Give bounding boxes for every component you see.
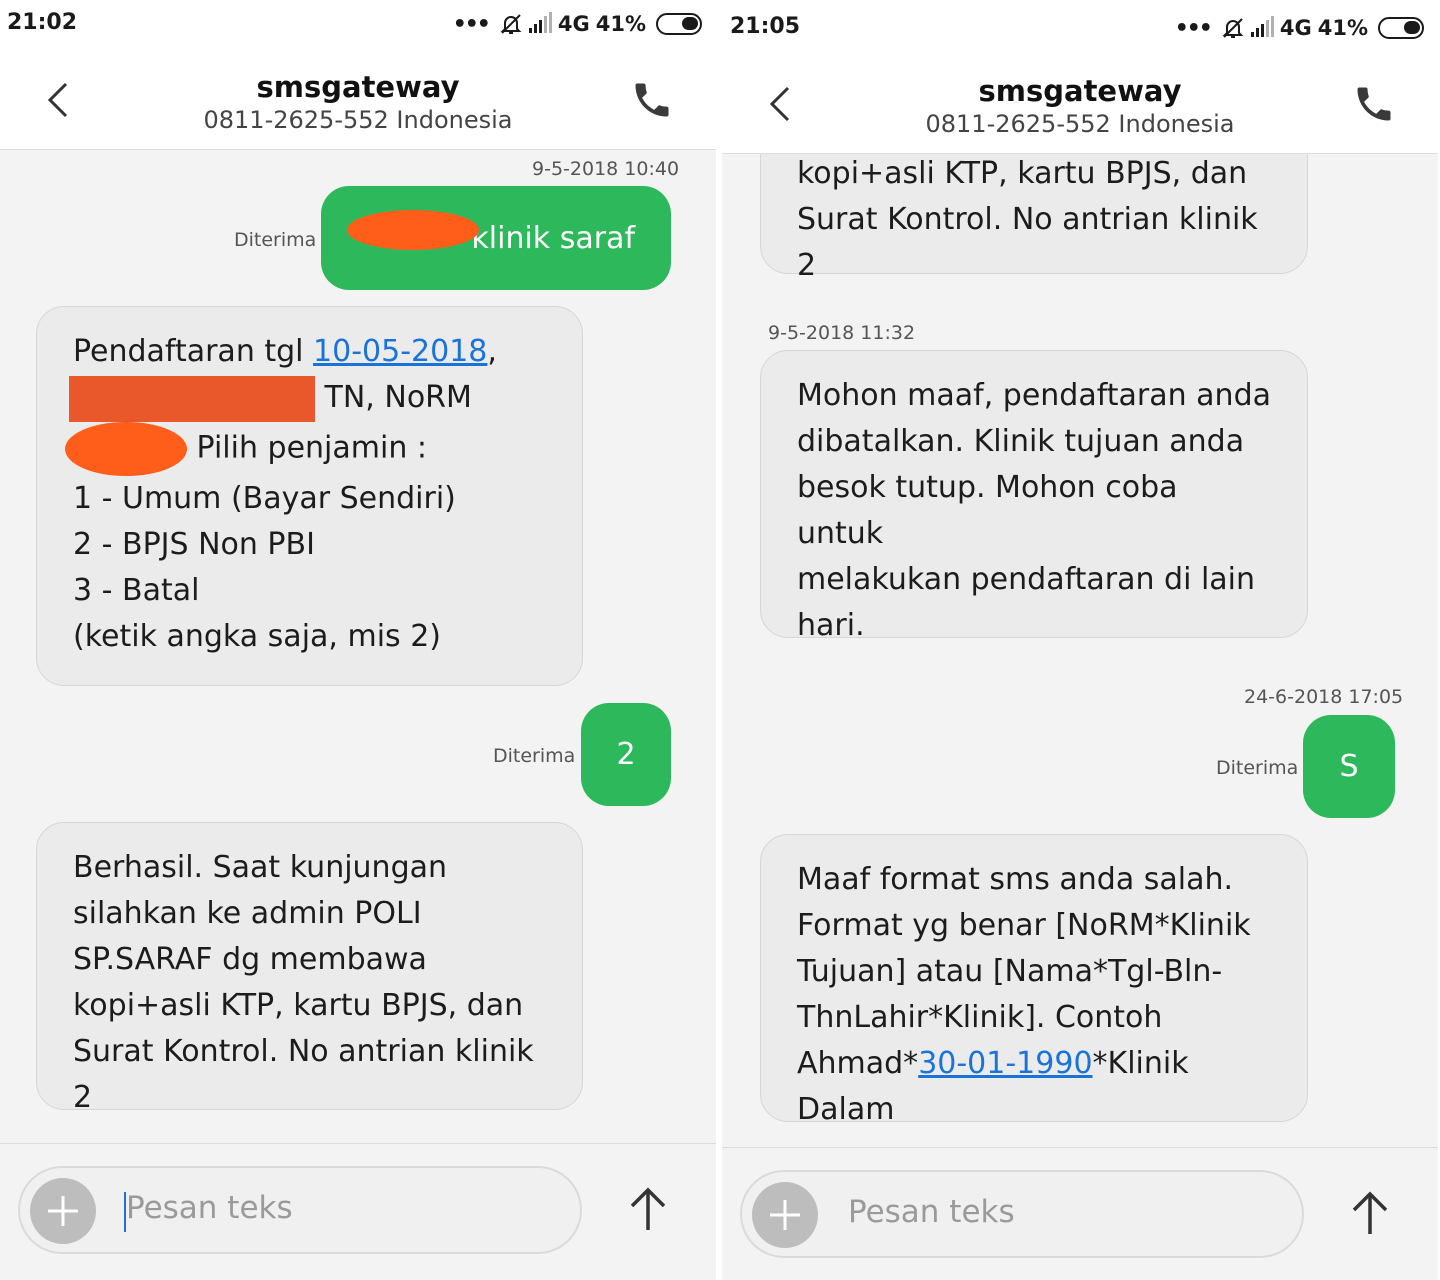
network-type: 4G (557, 12, 590, 36)
more-dots-icon: ••• (452, 11, 491, 37)
message-line: TN, NoRM (69, 375, 546, 422)
delivery-status: Diterima (234, 229, 317, 251)
message-line: (ketik angka saja, mis 2) (73, 618, 441, 654)
status-bar: 21:02 ••• 4G 41% (0, 0, 716, 50)
message-timestamp: 24-6-2018 17:05 (1244, 686, 1404, 708)
sent-message-bubble[interactable]: klinik saraf (321, 186, 671, 290)
conversation-header: smsgateway 0811-2625-552 Indonesia (722, 54, 1438, 154)
message-line: 3 - Batal (73, 572, 200, 608)
more-dots-icon: ••• (1174, 15, 1213, 41)
message-line: silahkan ke admin POLI (73, 896, 422, 931)
status-time: 21:05 (730, 14, 801, 39)
right-screen: 21:05 ••• 4G 41% smsgateway 0811-2625-55… (722, 4, 1438, 1280)
message-line: melakukan pendaftaran di lain (797, 562, 1256, 597)
delivery-status: Diterima (493, 745, 576, 767)
message-line: hari. (797, 608, 865, 643)
message-timestamp: 9-5-2018 10:40 (532, 158, 680, 180)
input-placeholder: Pesan teks (848, 1194, 1015, 1230)
phone-icon[interactable] (630, 78, 674, 122)
status-icons: ••• 4G 41% (1175, 12, 1424, 44)
message-line: Maaf format sms anda salah. (797, 862, 1234, 897)
date-link[interactable]: 30-01-1990 (918, 1046, 1092, 1081)
contact-number: 0811-2625-552 Indonesia (925, 110, 1235, 138)
sent-message-text: 2 (616, 737, 636, 772)
message-line: kopi+asli KTP, kartu BPJS, dan (73, 988, 524, 1023)
message-line: Tujuan] atau [Nama*Tgl-Bln- (797, 954, 1223, 989)
received-message-bubble[interactable]: Maaf format sms anda salah. Format yg be… (760, 834, 1308, 1127)
battery-icon (656, 13, 702, 35)
left-screen: 21:02 ••• 4G 41% smsgateway 0811-2625-55… (0, 0, 716, 1280)
message-line: Surat Kontrol. No antrian klinik 2 (797, 202, 1258, 283)
mute-bell-icon (500, 14, 522, 34)
status-bar: 21:05 ••• 4G 41% (722, 4, 1438, 54)
received-message-bubble[interactable]: Pendaftaran tgl 10-05-2018, TN, NoRM Pil… (36, 306, 583, 686)
sent-message-bubble[interactable]: 2 (581, 703, 671, 806)
message-composer: Pesan teks (0, 1143, 716, 1280)
message-line: besok tutup. Mohon coba untuk (797, 470, 1178, 551)
message-line: Mohon maaf, pendaftaran anda (797, 378, 1271, 413)
message-line: Pendaftaran tgl 10-05-2018, (73, 334, 497, 369)
message-line: Format yg benar [NoRM*Klinik (797, 908, 1251, 943)
status-icons: ••• 4G 41% (453, 8, 702, 40)
message-line: Surat Kontrol. No antrian klinik 2 (73, 1034, 534, 1115)
delivery-status: Diterima (1216, 757, 1299, 779)
sent-message-text: klinik saraf (471, 220, 635, 256)
conversation-header: smsgateway 0811-2625-552 Indonesia (0, 50, 716, 150)
message-composer: Pesan teks (722, 1147, 1438, 1280)
message-line: ThnLahir*Klinik]. Contoh (797, 1000, 1163, 1035)
status-time: 21:02 (7, 10, 78, 35)
battery-icon (1378, 17, 1424, 39)
redaction-mark (347, 210, 479, 250)
input-placeholder: Pesan teks (126, 1190, 293, 1226)
message-line: Ahmad*30-01-1990*Klinik Dalam (797, 1046, 1189, 1127)
signal-icon (528, 12, 552, 33)
message-timestamp: 9-5-2018 11:32 (768, 322, 916, 344)
network-type: 4G (1279, 16, 1312, 40)
message-line: 1 - Umum (Bayar Sendiri) (73, 480, 456, 516)
signal-icon (1250, 16, 1274, 37)
sent-message-bubble[interactable]: S (1303, 715, 1395, 818)
message-line: Pilih penjamin : (65, 421, 546, 476)
message-line: Berhasil. Saat kunjungan (73, 850, 448, 885)
message-input[interactable]: Pesan teks (740, 1170, 1304, 1258)
battery-percent: 41% (1317, 16, 1368, 40)
contact-name: smsgateway (256, 70, 460, 104)
date-link[interactable]: 10-05-2018 (313, 334, 487, 369)
mute-bell-icon (1222, 18, 1244, 38)
message-line: SP.SARAF dg membawa (73, 942, 427, 977)
battery-percent: 41% (595, 12, 646, 36)
message-line: dibatalkan. Klinik tujuan anda (797, 424, 1245, 459)
send-arrow-icon[interactable] (628, 1186, 668, 1232)
redaction-mark (69, 375, 315, 422)
message-input[interactable]: Pesan teks (18, 1166, 582, 1254)
received-message-bubble[interactable]: Berhasil. Saat kunjungan silahkan ke adm… (36, 822, 583, 1115)
message-line: kopi+asli KTP, kartu BPJS, dan (797, 156, 1248, 191)
contact-number: 0811-2625-552 Indonesia (203, 106, 513, 134)
plus-icon[interactable] (30, 1178, 96, 1244)
phone-icon[interactable] (1352, 82, 1396, 126)
message-line: 2 - BPJS Non PBI (73, 526, 315, 562)
plus-icon[interactable] (752, 1182, 818, 1248)
sent-message-text: S (1339, 749, 1359, 784)
contact-name: smsgateway (978, 74, 1182, 108)
received-message-bubble[interactable]: Mohon maaf, pendaftaran anda dibatalkan.… (760, 350, 1308, 643)
send-arrow-icon[interactable] (1350, 1190, 1390, 1236)
redaction-mark (65, 421, 187, 476)
